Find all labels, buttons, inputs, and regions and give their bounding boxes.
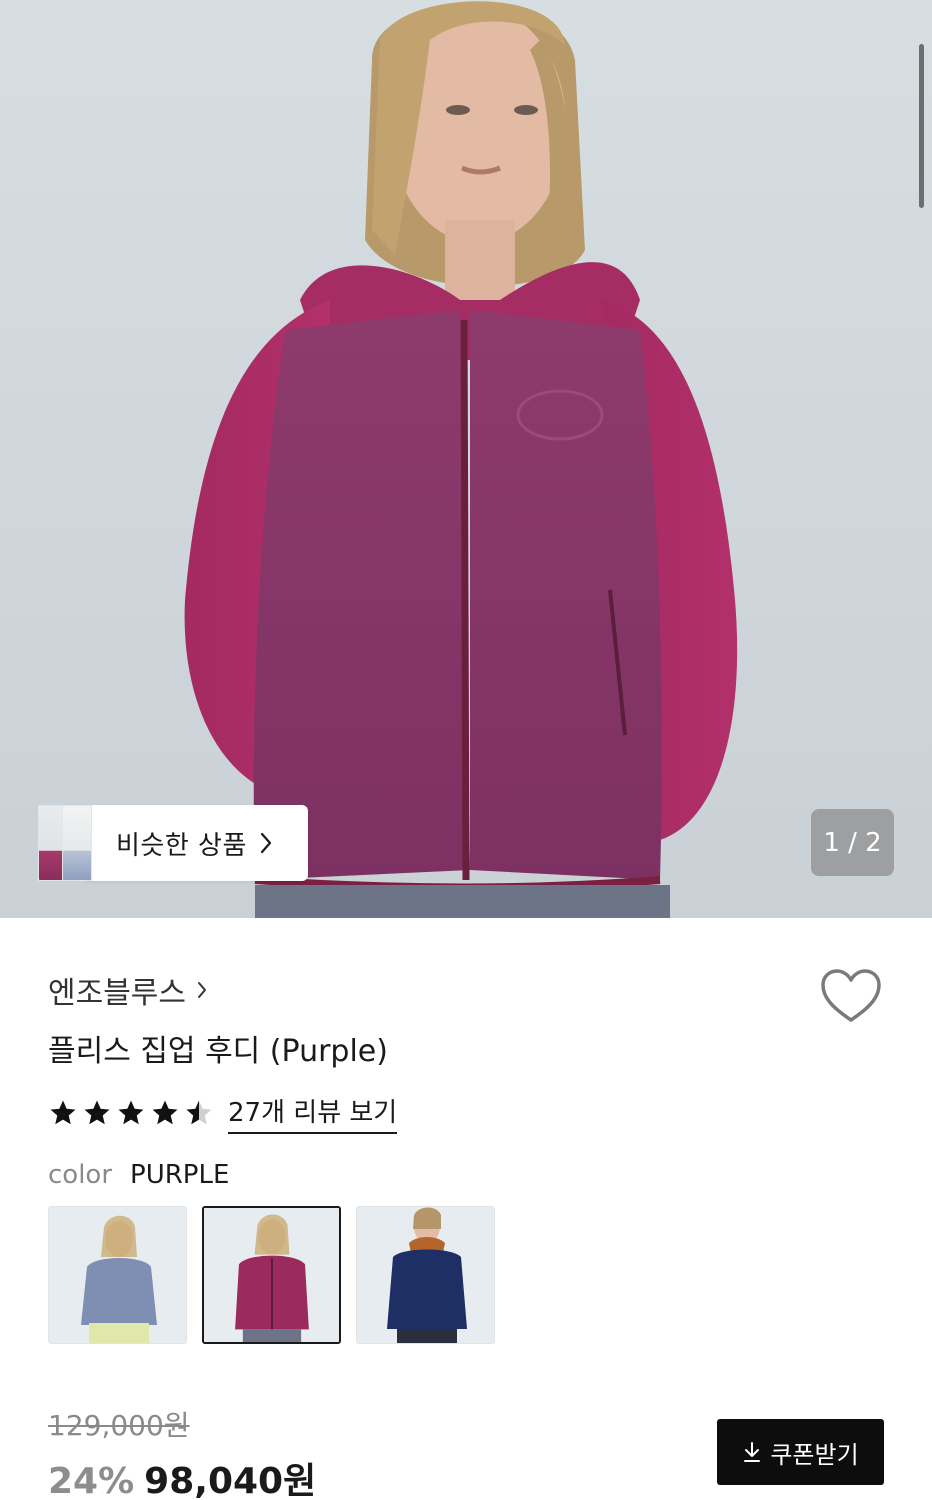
coupon-download-button[interactable]: 쿠폰받기	[717, 1419, 884, 1485]
discount-rate: 24%	[48, 1461, 135, 1500]
product-image-gallery[interactable]: 비슷한 상품 1 / 2	[0, 0, 932, 918]
image-counter: 1 / 2	[811, 809, 894, 876]
coupon-label: 쿠폰받기	[770, 1440, 859, 1469]
color-option-purple[interactable]	[202, 1206, 341, 1344]
similar-products-button[interactable]: 비슷한 상품	[38, 805, 308, 881]
star-half-icon	[186, 1100, 212, 1125]
similar-products-thumbnails	[38, 805, 94, 881]
similar-products-label: 비슷한 상품	[116, 830, 247, 861]
color-option-blue[interactable]	[48, 1206, 187, 1344]
price-row: 24% 98,040원	[48, 1452, 316, 1500]
star-icon	[84, 1100, 110, 1125]
sale-price: 98,040원	[144, 1461, 317, 1500]
original-price: 129,000원	[48, 1409, 190, 1442]
star-icon	[152, 1100, 178, 1125]
color-key: color	[48, 1160, 113, 1190]
color-option-image	[49, 1207, 186, 1343]
chevron-right-icon	[198, 982, 206, 998]
color-option-image	[357, 1207, 494, 1343]
image-counter-text: 1 / 2	[823, 827, 882, 858]
review-link[interactable]: 27개 리뷰 보기	[228, 1092, 398, 1134]
star-icon	[118, 1100, 144, 1125]
similar-thumb	[62, 805, 92, 881]
color-option-image	[204, 1208, 339, 1342]
similar-products-card[interactable]: 비슷한 상품	[86, 805, 308, 881]
download-icon	[744, 1442, 761, 1462]
product-photo	[184, 1, 738, 918]
brand-link[interactable]: 엔조블루스	[48, 968, 208, 1012]
color-options	[48, 1206, 495, 1344]
star-icon	[50, 1100, 76, 1125]
color-value: PURPLE	[130, 1160, 230, 1190]
chevron-right-icon	[260, 832, 271, 854]
page-scrollbar[interactable]	[919, 44, 924, 208]
product-title: 플리스 집업 후디 (Purple)	[48, 1034, 388, 1069]
brand-name: 엔조블루스	[48, 976, 186, 1011]
color-selection-label: color PURPLE	[48, 1160, 229, 1190]
star-rating	[48, 1098, 214, 1128]
color-option-navy[interactable]	[356, 1206, 495, 1344]
rating-row: 27개 리뷰 보기	[48, 1092, 398, 1134]
heart-outline-icon[interactable]	[820, 968, 882, 1024]
